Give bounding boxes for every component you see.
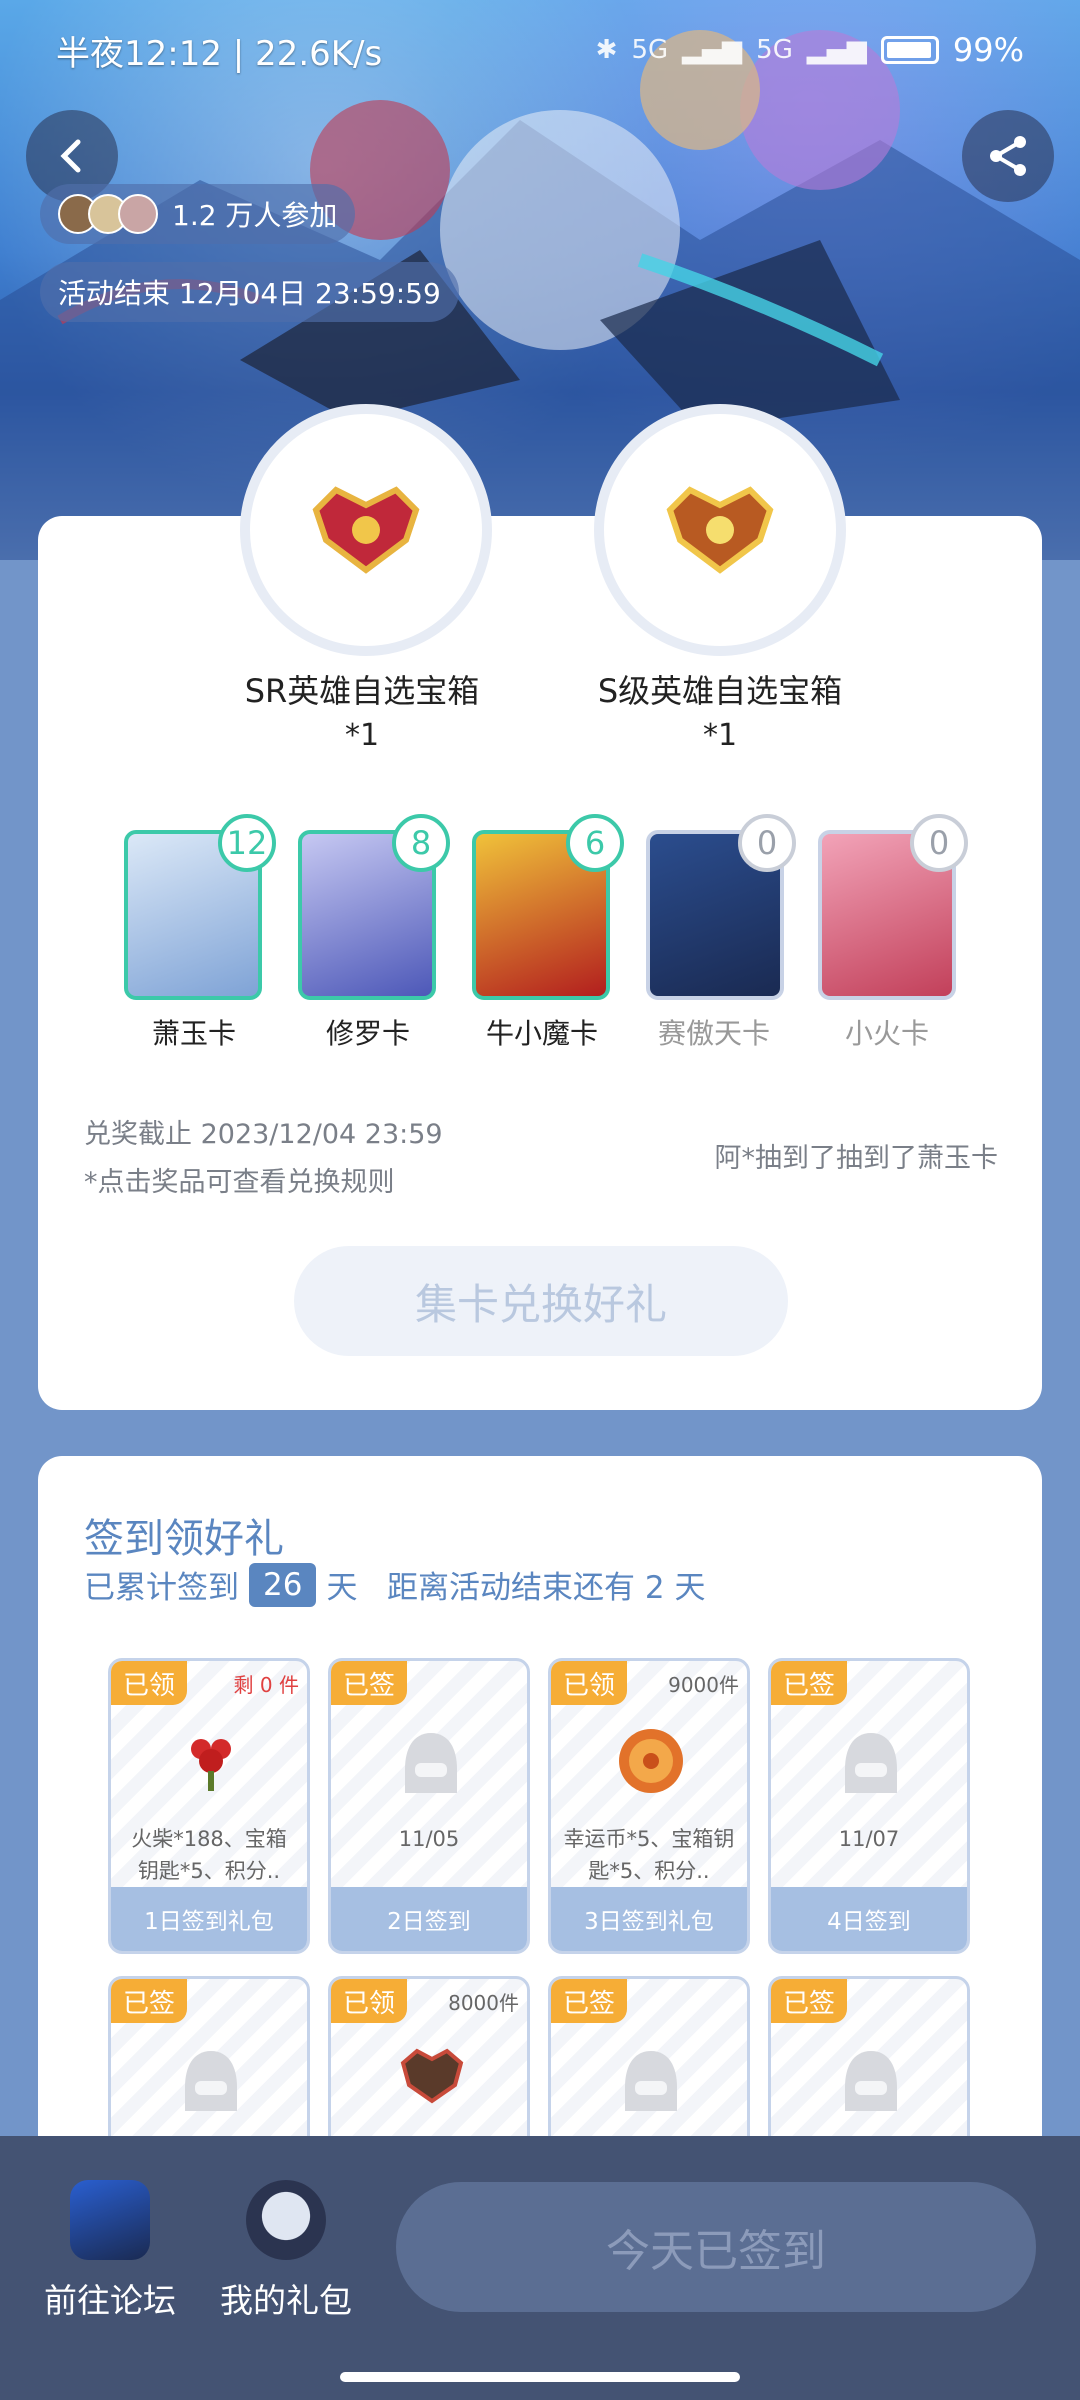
battery-level: 99%	[952, 31, 1024, 69]
tile-stock: 9000件	[668, 1673, 739, 1697]
checkin-prefix: 已累计签到	[84, 1570, 239, 1606]
placeholder-mascot-icon	[845, 2051, 897, 2111]
chevron-left-icon	[60, 139, 81, 173]
share-button[interactable]	[962, 110, 1054, 202]
card-count-badge: 0	[910, 814, 968, 872]
tile-status-tag: 已签	[111, 1979, 187, 2023]
card-count-badge: 6	[566, 814, 624, 872]
status-time: 半夜12:12 | 22.6K/s	[56, 33, 383, 74]
checkin-suffix: 天 距离活动结束还有 2 天	[326, 1570, 706, 1606]
participants-pill: 1.2 万人参加	[40, 184, 356, 244]
signal-icon-2: ▂▄▆	[806, 35, 867, 65]
placeholder-mascot-icon	[185, 2051, 237, 2111]
reward-name: S级英雄自选宝箱	[597, 672, 843, 710]
placeholder-mascot-icon	[405, 1733, 457, 1793]
card-count-badge: 0	[738, 814, 796, 872]
bluetooth-icon: ✱	[595, 35, 618, 65]
tile-status-tag: 已签	[771, 1979, 847, 2023]
hero-card-label: 萧玉卡	[151, 1017, 236, 1050]
tile-description: 11/07	[838, 1827, 900, 1851]
checkin-tile-day4[interactable]: 已签 11/07 4日签到	[768, 1658, 970, 1954]
flower-bouquet-icon	[191, 1739, 231, 1791]
redeem-button[interactable]: 集卡兑换好礼	[294, 1246, 788, 1356]
redeem-deadline: 兑奖截止 2023/12/04 23:59	[84, 1119, 443, 1150]
participant-avatars	[58, 194, 158, 234]
hero-card-label: 牛小魔卡	[485, 1017, 598, 1050]
reward-qty: *1	[344, 718, 380, 753]
card-count-badge: 12	[218, 814, 276, 872]
hero-card-label: 赛傲天卡	[657, 1017, 770, 1050]
reward-name: SR英雄自选宝箱	[244, 672, 480, 710]
s-chest-reward[interactable]	[594, 404, 846, 656]
lucky-coin-icon	[619, 1729, 683, 1793]
tile-status-tag: 已签	[771, 1661, 847, 1705]
hero-card-label: 修罗卡	[325, 1017, 410, 1050]
home-indicator[interactable]	[340, 2372, 740, 2382]
s-chest-icon	[666, 486, 774, 574]
participants-count: 1.2 万人参加	[172, 199, 338, 232]
tile-label: 2日签到	[331, 1887, 527, 1951]
checkin-title: 签到领好礼	[84, 1516, 284, 1562]
tile-description: 11/05	[398, 1827, 460, 1851]
forum-label: 前往论坛	[44, 2281, 176, 2320]
sr-chest-reward[interactable]	[240, 404, 492, 656]
tile-status-tag: 已领	[111, 1661, 187, 1705]
gift-mascot-icon	[246, 2180, 326, 2260]
tile-stock: 8000件	[448, 1991, 519, 2015]
tile-status-tag: 已签	[331, 1661, 407, 1705]
forum-app-icon	[70, 2180, 150, 2260]
card-count-badge: 8	[392, 814, 450, 872]
event-end-pill: 活动结束 12月04日 23:59:59	[40, 262, 459, 322]
tile-stock: 剩 0 件	[233, 1673, 299, 1697]
share-icon	[990, 136, 1026, 176]
tile-label: 4日签到	[771, 1887, 967, 1951]
placeholder-mascot-icon	[845, 1733, 897, 1793]
tile-status-tag: 已领	[331, 1979, 407, 2023]
checkin-tile-day2[interactable]: 已签 11/05 2日签到	[328, 1658, 530, 1954]
redeem-rules-note: *点击奖品可查看兑换规则	[84, 1167, 395, 1198]
chest-icon	[400, 2048, 464, 2104]
tile-status-tag: 已领	[551, 1661, 627, 1705]
checkin-summary: 已累计签到 26 天 距离活动结束还有 2 天	[84, 1562, 705, 1607]
tile-description: 火柴*188、宝箱钥匙*5、积分..	[131, 1827, 287, 1883]
signal-icon: ▂▄▆	[682, 35, 743, 65]
tile-description: 幸运币*5、宝箱钥匙*5、积分..	[563, 1827, 735, 1883]
event-end-time: 活动结束 12月04日 23:59:59	[58, 277, 441, 310]
winner-ticker: 阿*抽到了抽到了萧玉卡	[714, 1143, 999, 1174]
signed-today-button[interactable]: 今天已签到	[396, 2182, 1036, 2312]
placeholder-mascot-icon	[625, 2051, 677, 2111]
tile-status-tag: 已签	[551, 1979, 627, 2023]
network-icon-2: 5G	[756, 35, 793, 65]
battery-icon	[880, 36, 939, 64]
checkin-tile-day1[interactable]: 已领 剩 0 件 火柴*188、宝箱钥匙*5、积分.. 1日签到礼包	[108, 1658, 310, 1954]
tile-label: 1日签到礼包	[111, 1887, 307, 1951]
tile-label: 3日签到礼包	[551, 1887, 747, 1951]
forum-button[interactable]: 前往论坛	[20, 2180, 200, 2322]
sr-chest-icon	[312, 486, 420, 574]
my-gifts-button[interactable]: 我的礼包	[196, 2180, 376, 2322]
reward-qty: *1	[702, 718, 738, 753]
status-bar: 半夜12:12 | 22.6K/s ✱ 5G ▂▄▆ 5G ▂▄▆ 99%	[0, 0, 1080, 100]
hero-card-label: 小火卡	[844, 1017, 929, 1050]
checkin-tile-day3[interactable]: 已领 9000件 幸运币*5、宝箱钥匙*5、积分.. 3日签到礼包	[548, 1658, 750, 1954]
my-gifts-label: 我的礼包	[220, 2281, 352, 2320]
checkin-days: 26	[249, 1562, 317, 1607]
network-icon: 5G	[631, 35, 669, 65]
avatar	[118, 194, 158, 234]
